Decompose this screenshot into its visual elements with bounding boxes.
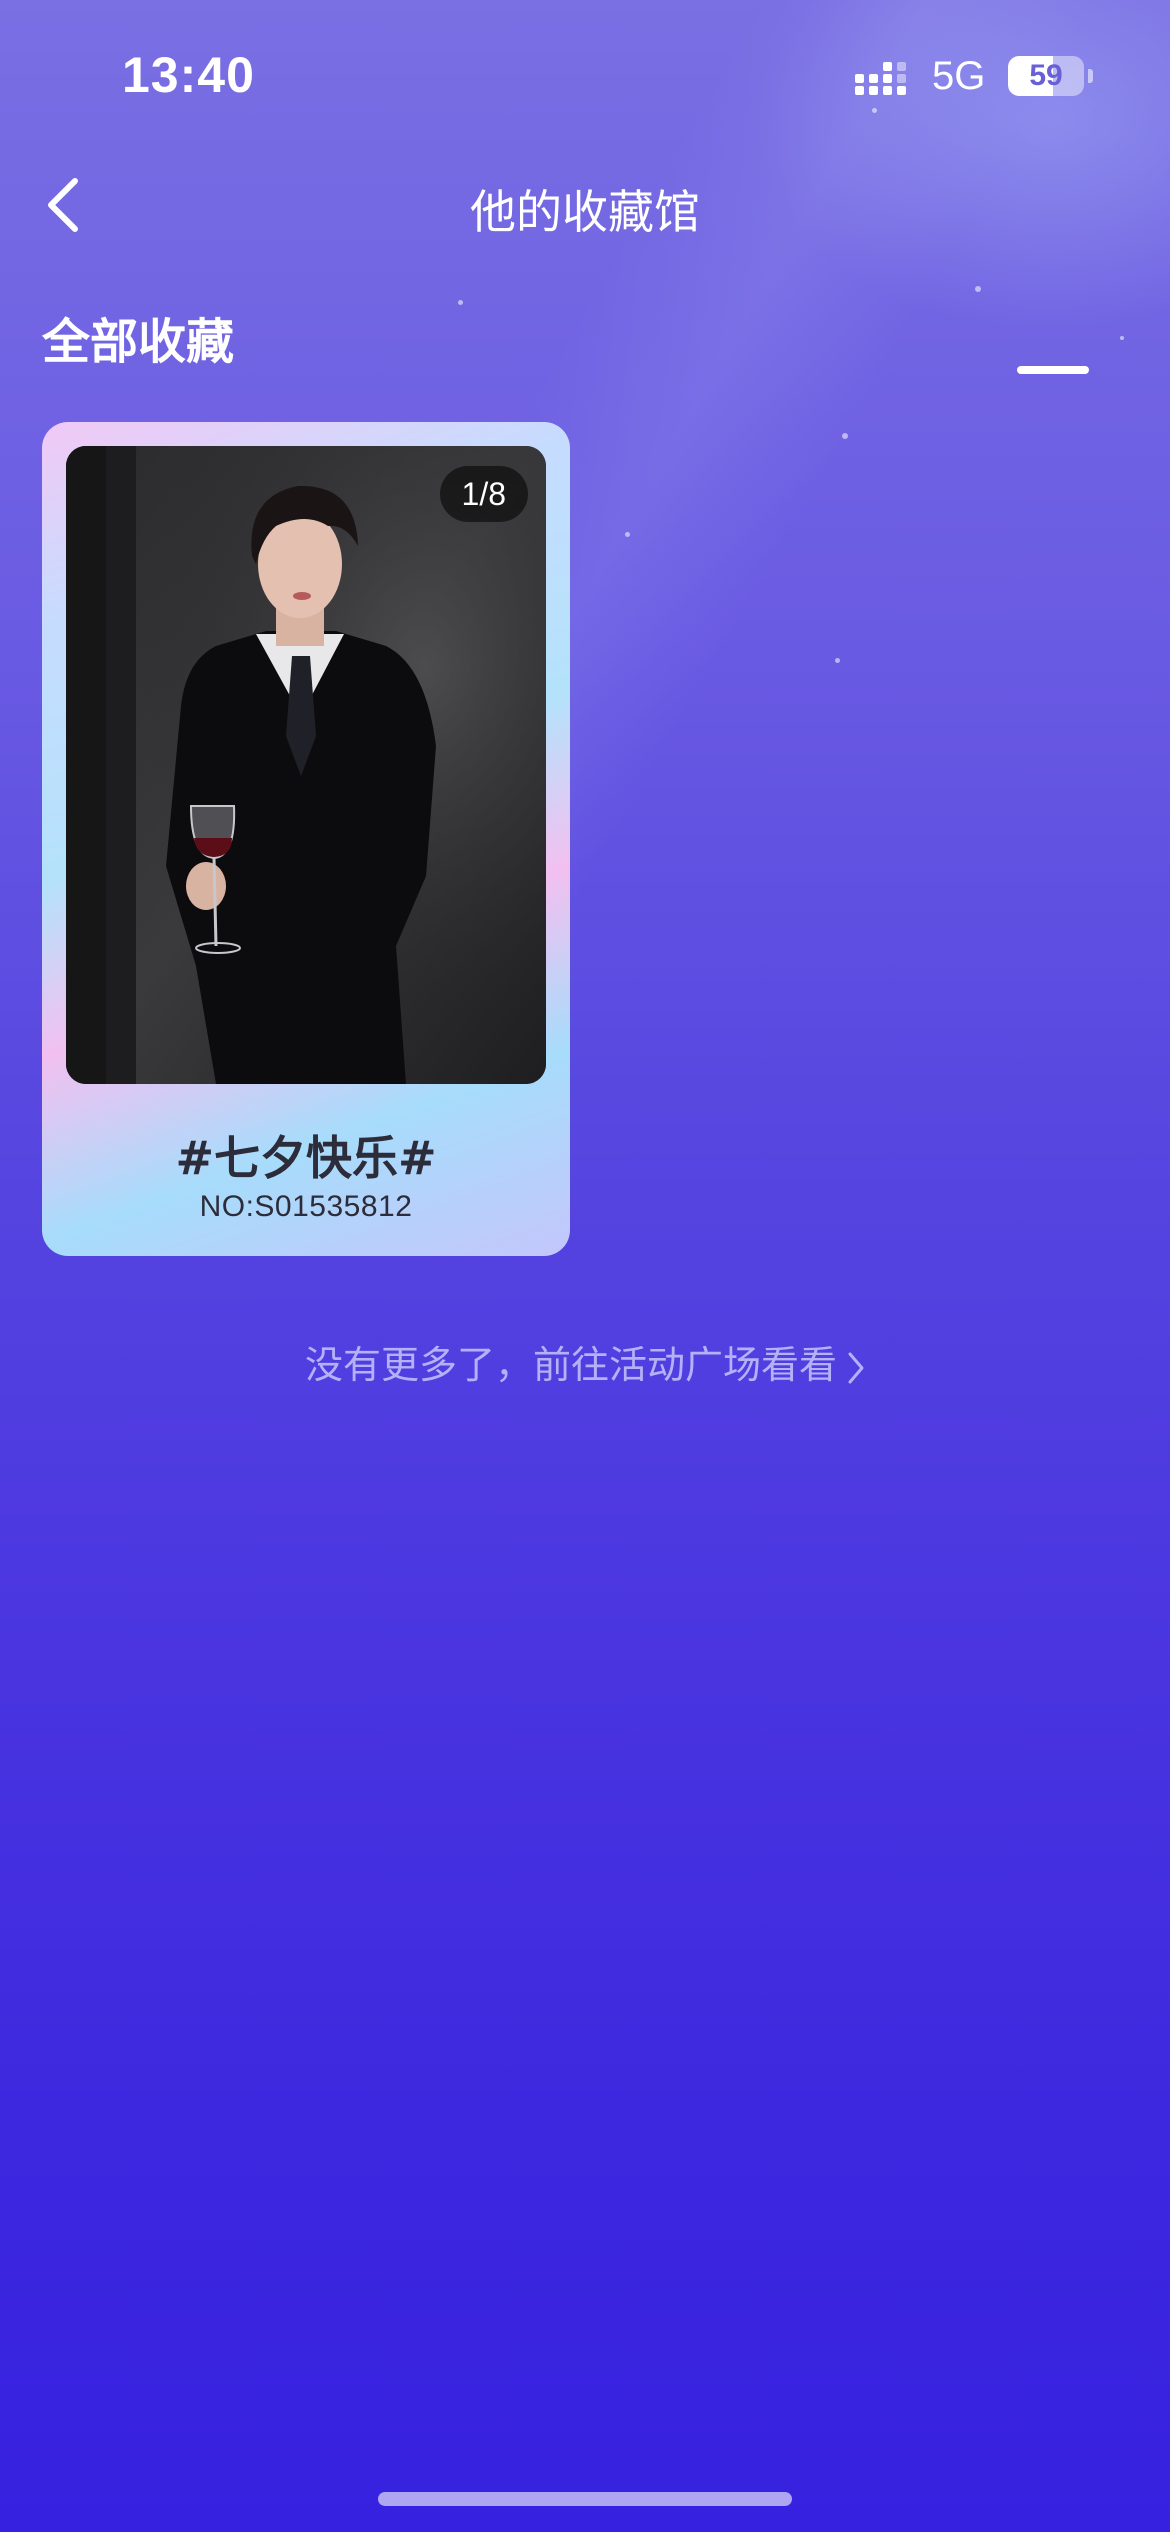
go-to-activity-square-link[interactable]: 没有更多了，前往活动广场看看 <box>0 1334 1170 1389</box>
battery-tip <box>1088 69 1093 83</box>
page-title: 他的收藏馆 <box>470 185 700 239</box>
sparkle-decoration <box>975 286 981 292</box>
battery-icon: 59 <box>1008 56 1084 96</box>
battery-level: 59 <box>1029 59 1063 92</box>
status-time: 13:40 <box>122 47 255 103</box>
card-title: #七夕快乐# <box>175 1131 437 1185</box>
network-type: 5G <box>932 54 986 98</box>
sparkle-decoration <box>842 433 848 439</box>
collection-card[interactable]: 1/8 #七夕快乐# NO:S01535812 <box>42 422 570 1256</box>
tab-indicator <box>1017 366 1089 374</box>
page-count-badge: 1/8 <box>439 466 528 522</box>
card-image: 1/8 <box>66 446 546 1084</box>
home-indicator[interactable] <box>378 2492 792 2506</box>
sparkle-decoration <box>1120 336 1124 340</box>
status-bar: 13:40 5G 59 <box>0 0 1170 150</box>
sparkle-decoration <box>458 300 463 305</box>
sparkle-decoration <box>625 532 630 537</box>
portrait-photo <box>66 446 546 1084</box>
signal-bars-icon <box>855 62 906 95</box>
chevron-right-icon <box>848 1352 864 1383</box>
section-title-all-collections[interactable]: 全部收藏 <box>42 302 234 372</box>
more-link-text: 没有更多了，前往活动广场看看 <box>304 1343 837 1387</box>
card-serial-number: NO:S01535812 <box>199 1190 413 1223</box>
sparkle-decoration <box>835 658 840 663</box>
